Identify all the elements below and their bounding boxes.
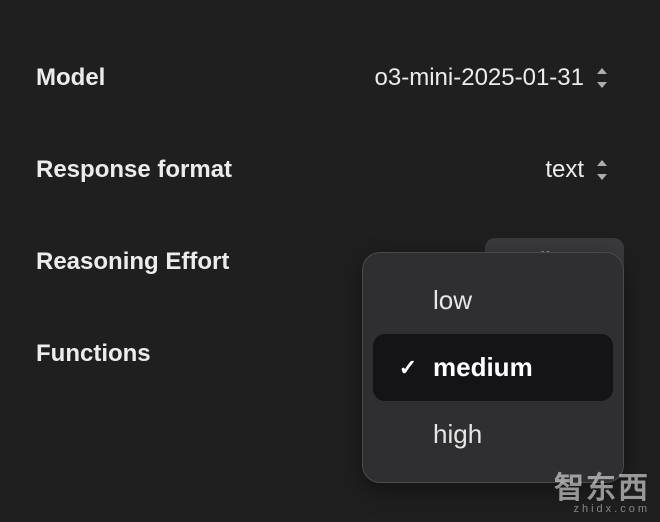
model-selector[interactable]: o3-mini-2025-01-31 [361,54,624,102]
option-label: medium [433,352,533,383]
dropdown-option-low[interactable]: ✓ low [373,267,613,334]
check-icon: ✓ [397,355,419,381]
updown-icon [594,68,610,88]
label-reasoning-effort: Reasoning Effort [36,248,229,276]
dropdown-option-medium[interactable]: ✓ medium [373,334,613,401]
reasoning-effort-dropdown: ✓ low ✓ medium ✓ high [362,252,624,483]
response-format-value: text [545,156,584,184]
option-label: high [433,419,482,450]
dropdown-option-high[interactable]: ✓ high [373,401,613,468]
option-label: low [433,285,472,316]
row-model: Model o3-mini-2025-01-31 [36,32,624,124]
label-functions: Functions [36,340,151,368]
row-response-format: Response format text [36,124,624,216]
label-response-format: Response format [36,156,232,184]
model-value: o3-mini-2025-01-31 [375,64,584,92]
updown-icon [594,160,610,180]
response-format-selector[interactable]: text [531,146,624,194]
label-model: Model [36,64,105,92]
watermark-en: zhidx.com [554,504,650,516]
